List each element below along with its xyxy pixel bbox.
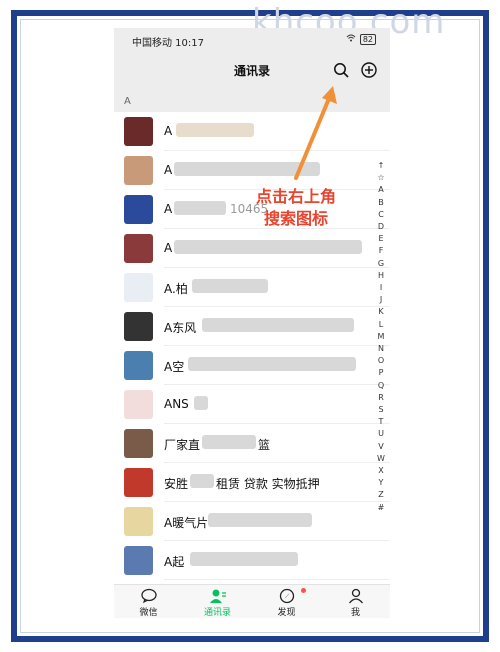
- annotation-line-2: 搜索图标: [263, 209, 328, 228]
- annotation-arrow: [294, 86, 337, 180]
- annotation-text: 点击右上角 搜索图标: [248, 186, 344, 230]
- annotation-line-1: 点击右上角: [255, 187, 336, 206]
